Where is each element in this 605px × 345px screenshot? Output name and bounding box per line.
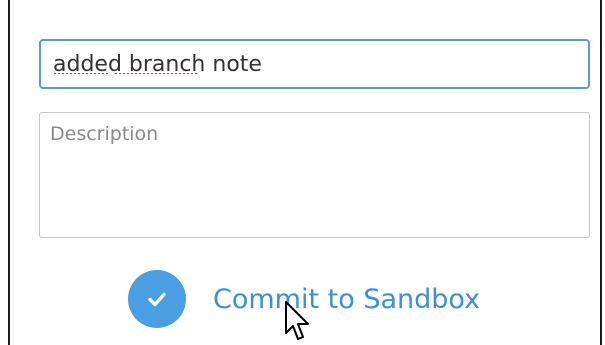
mouse-cursor-icon (285, 301, 309, 340)
spellcheck-underline-added (53, 73, 110, 76)
panel-right-border (600, 0, 602, 345)
commit-summary-input[interactable] (39, 39, 590, 89)
checkmark-icon (128, 270, 186, 328)
commit-button-label: Commit to Sandbox (213, 283, 481, 315)
panel-left-border (8, 0, 10, 345)
spellcheck-underline-branch (114, 73, 198, 76)
commit-panel: Commit to Sandbox (0, 0, 605, 345)
commit-description-field[interactable] (39, 112, 590, 238)
